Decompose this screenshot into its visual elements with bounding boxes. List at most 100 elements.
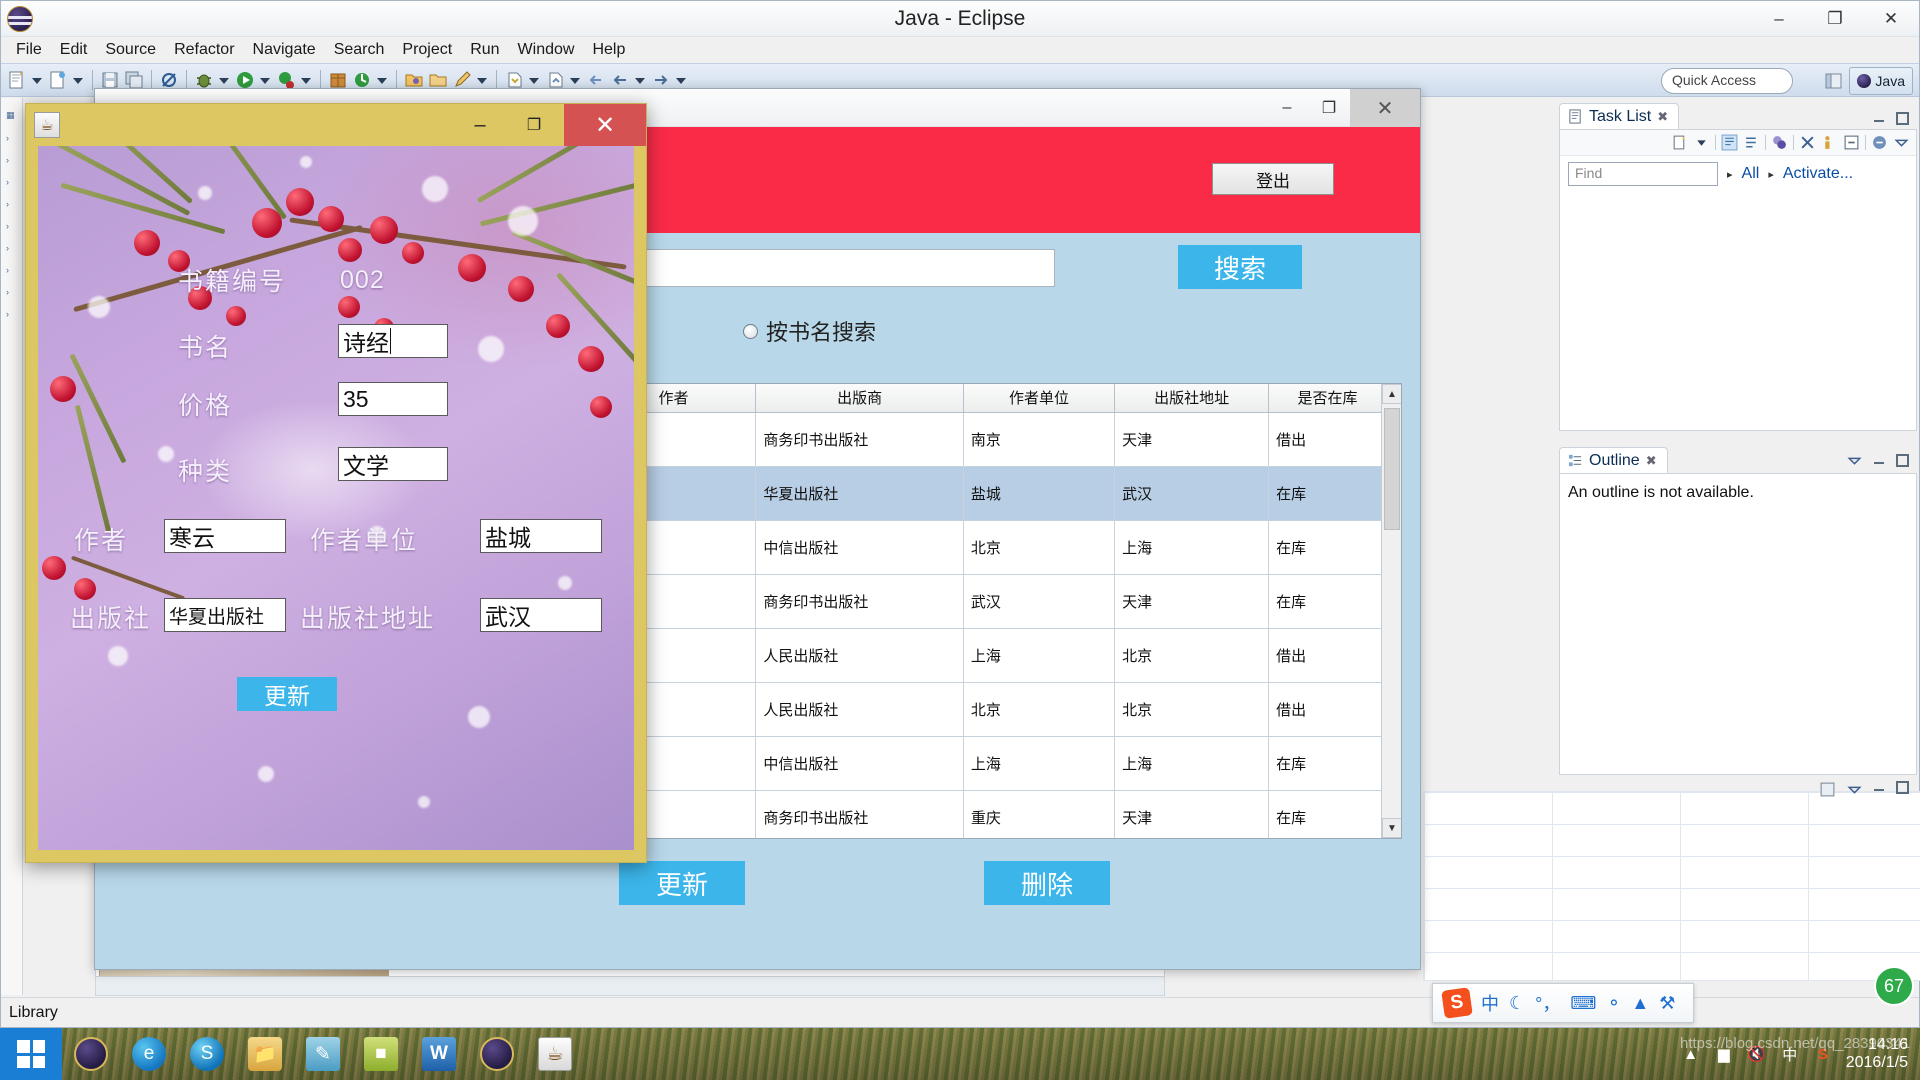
price-input[interactable]: 35 bbox=[338, 382, 448, 416]
scrollbar-thumb[interactable] bbox=[1384, 408, 1400, 530]
filter-all-link[interactable]: All bbox=[1742, 165, 1760, 183]
library-minimize-button[interactable]: – bbox=[1266, 89, 1308, 127]
perspective-java-button[interactable]: Java bbox=[1849, 67, 1913, 95]
logout-button[interactable]: 登出 bbox=[1212, 163, 1334, 195]
outline-view-menu-icon[interactable] bbox=[1846, 452, 1863, 469]
quick-access-input[interactable]: Quick Access bbox=[1661, 68, 1793, 94]
sogou-logo-icon[interactable]: S bbox=[1441, 987, 1473, 1019]
cell-publisher: 华夏出版社 bbox=[756, 466, 964, 520]
menu-navigate[interactable]: Navigate bbox=[244, 39, 325, 61]
bottom-view-menu-icon[interactable] bbox=[1819, 781, 1836, 798]
ime-toolbox-icon[interactable]: ⚒ bbox=[1659, 993, 1675, 1014]
menu-project[interactable]: Project bbox=[393, 39, 461, 61]
dialog-restore-button[interactable]: ❐ bbox=[508, 104, 560, 146]
author-input[interactable]: 寒云 bbox=[164, 519, 286, 553]
rail-icon-6: › bbox=[6, 221, 22, 231]
radio-search-by-title[interactable]: 按书名搜索 bbox=[743, 315, 876, 347]
tab-task-list[interactable]: Task List ✖ bbox=[1559, 103, 1679, 129]
outline-maximize-icon[interactable] bbox=[1896, 454, 1909, 467]
open-perspective-icon[interactable] bbox=[1823, 70, 1845, 92]
toolbar-separator-2 bbox=[151, 70, 152, 90]
outline-close-icon[interactable]: ✖ bbox=[1646, 453, 1657, 469]
menu-file[interactable]: File bbox=[7, 39, 51, 61]
taskbar-item-java-app[interactable]: ☕ bbox=[526, 1028, 584, 1080]
bottom-view-dropdown-icon[interactable] bbox=[1846, 781, 1863, 798]
taskbar-item-word[interactable]: W bbox=[410, 1028, 468, 1080]
col-header-author-unit[interactable]: 作者单位 bbox=[963, 384, 1114, 412]
new-java-class-icon[interactable] bbox=[47, 69, 69, 91]
eclipse-restore-button[interactable]: ❐ bbox=[1807, 1, 1863, 37]
package-explorer-rail[interactable]: ▦ › › › › › › › › › bbox=[1, 98, 23, 995]
menu-help[interactable]: Help bbox=[583, 39, 634, 61]
task-list-close-icon[interactable]: ✖ bbox=[1657, 109, 1668, 125]
menu-run[interactable]: Run bbox=[461, 39, 508, 61]
scroll-up-icon[interactable]: ▲ bbox=[1382, 384, 1402, 404]
scroll-down-icon[interactable]: ▼ bbox=[1382, 818, 1402, 838]
category-input[interactable]: 文学 bbox=[338, 447, 448, 481]
filter-activate-link[interactable]: Activate... bbox=[1783, 165, 1853, 183]
editor-bottom-tabs[interactable] bbox=[95, 976, 1165, 996]
bottom-view-minimize-icon[interactable] bbox=[1873, 781, 1886, 794]
ime-user-icon[interactable]: ⚬ bbox=[1606, 993, 1621, 1014]
menu-refactor[interactable]: Refactor bbox=[165, 39, 243, 61]
synchronize-icon[interactable] bbox=[1871, 134, 1888, 151]
activate-task-icon[interactable] bbox=[1821, 134, 1838, 151]
task-find-input[interactable]: Find bbox=[1568, 162, 1718, 186]
publisher-input[interactable]: 华夏出版社 bbox=[164, 598, 286, 632]
eclipse-close-button[interactable]: ✕ bbox=[1863, 1, 1919, 37]
table-vertical-scrollbar[interactable]: ▲ ▼ bbox=[1381, 384, 1401, 838]
task-list-icon bbox=[1568, 109, 1583, 124]
categorized-view-icon[interactable] bbox=[1721, 134, 1738, 151]
library-restore-button[interactable]: ❐ bbox=[1308, 89, 1350, 127]
update-book-button[interactable]: 更新 bbox=[619, 861, 745, 905]
publisher-address-input[interactable]: 武汉 bbox=[480, 598, 602, 632]
dialog-minimize-button[interactable]: – bbox=[454, 104, 506, 146]
menu-edit[interactable]: Edit bbox=[51, 39, 97, 61]
ime-skin-icon[interactable]: ▲ bbox=[1631, 993, 1649, 1014]
col-header-publisher-address[interactable]: 出版社地址 bbox=[1115, 384, 1269, 412]
menu-source[interactable]: Source bbox=[96, 39, 165, 61]
delete-task-icon[interactable] bbox=[1799, 134, 1816, 151]
col-header-in-stock[interactable]: 是否在库 bbox=[1269, 384, 1387, 412]
focus-on-workweek-icon[interactable] bbox=[1771, 134, 1788, 151]
scheduled-view-icon[interactable] bbox=[1743, 134, 1760, 151]
collapse-all-icon[interactable] bbox=[1843, 134, 1860, 151]
ime-punctuation-icon[interactable]: °， bbox=[1535, 990, 1560, 1016]
taskbar-item-notepad[interactable]: ✎ bbox=[294, 1028, 352, 1080]
delete-book-button[interactable]: 删除 bbox=[984, 861, 1110, 905]
java-perspective-icon bbox=[1857, 74, 1871, 88]
author-unit-input[interactable]: 盐城 bbox=[480, 519, 602, 553]
tab-outline[interactable]: Outline ✖ bbox=[1559, 447, 1668, 473]
field-author-unit: 作者单位 bbox=[310, 521, 418, 557]
taskbar-item-vmware[interactable]: ■ bbox=[352, 1028, 410, 1080]
dialog-update-button[interactable]: 更新 bbox=[237, 677, 337, 711]
library-close-button[interactable]: ✕ bbox=[1350, 89, 1420, 127]
view-menu-icon[interactable] bbox=[1893, 134, 1910, 151]
taskbar-item-browser[interactable]: e bbox=[120, 1028, 178, 1080]
ime-moon-icon[interactable]: ☾ bbox=[1509, 993, 1525, 1014]
new-wizard-dropdown-icon[interactable] bbox=[29, 69, 43, 91]
outline-minimize-icon[interactable] bbox=[1873, 454, 1886, 467]
dialog-close-button[interactable]: ✕ bbox=[564, 104, 646, 146]
taskbar-item-sogou-browser[interactable]: S bbox=[178, 1028, 236, 1080]
notification-badge[interactable]: 67 bbox=[1874, 966, 1914, 1006]
taskbar-item-eclipse-1[interactable] bbox=[62, 1028, 120, 1080]
task-list-maximize-icon[interactable] bbox=[1896, 112, 1909, 125]
search-button[interactable]: 搜索 bbox=[1178, 245, 1302, 289]
start-button[interactable] bbox=[0, 1028, 62, 1080]
menu-window[interactable]: Window bbox=[509, 39, 584, 61]
title-input[interactable]: 诗经 bbox=[338, 324, 448, 358]
taskbar-item-explorer[interactable]: 📁 bbox=[236, 1028, 294, 1080]
ime-keyboard-icon[interactable]: ⌨ bbox=[1570, 993, 1596, 1014]
new-task-icon[interactable] bbox=[1671, 134, 1688, 151]
eclipse-minimize-button[interactable]: – bbox=[1751, 1, 1807, 37]
bottom-view-maximize-icon[interactable] bbox=[1896, 781, 1909, 794]
new-task-dropdown-icon[interactable] bbox=[1693, 134, 1710, 151]
menu-search[interactable]: Search bbox=[325, 39, 394, 61]
col-header-publisher[interactable]: 出版商 bbox=[756, 384, 964, 412]
new-java-class-dropdown-icon[interactable] bbox=[70, 69, 84, 91]
taskbar-item-eclipse-2[interactable] bbox=[468, 1028, 526, 1080]
task-list-minimize-icon[interactable] bbox=[1873, 112, 1886, 125]
ime-language-icon[interactable]: 中 bbox=[1481, 990, 1499, 1016]
new-wizard-icon[interactable] bbox=[6, 69, 28, 91]
